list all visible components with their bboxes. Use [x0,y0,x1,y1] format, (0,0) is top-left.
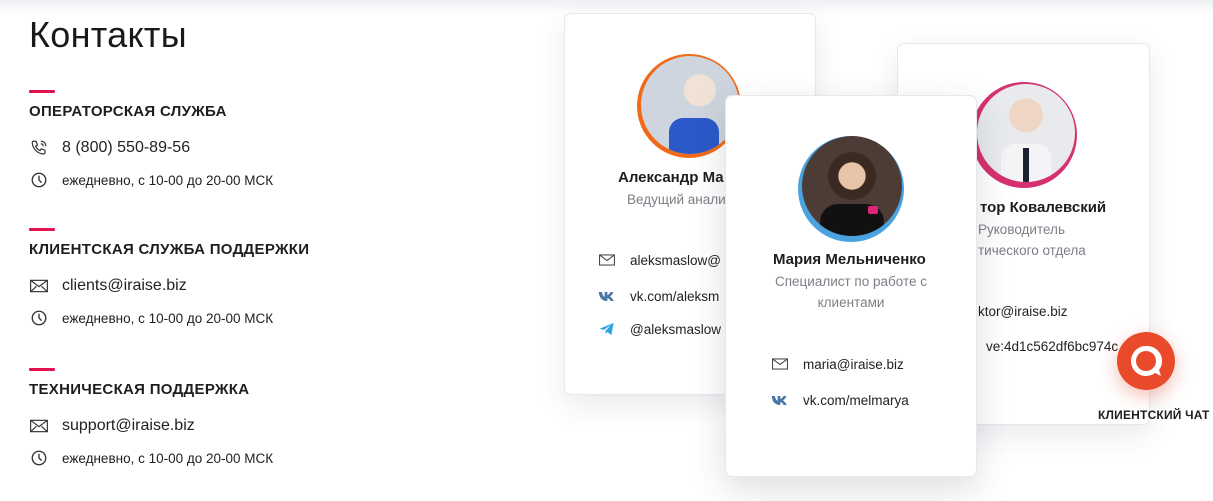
mail-icon [598,252,616,268]
person-name: тор Ковалевский [980,199,1107,216]
vk-icon [598,288,616,304]
email-row[interactable]: clients@iraise.biz [29,276,509,296]
contact-text[interactable]: vk.com/aleksm [630,289,719,304]
chat-button[interactable] [1117,332,1175,390]
contact-email[interactable]: maria@iraise.biz [771,356,904,372]
team-card-maria: Мария Мельниченко Специалист по работе с… [725,95,977,477]
section-accent-bar [29,368,55,371]
avatar [977,84,1075,182]
contact-vk[interactable]: vk.com/melmarya [771,392,909,408]
section-client-support: КЛИЕНТСКАЯ СЛУЖБА ПОДДЕРЖКИ clients@irai… [29,228,509,328]
person-role: Руководитель тического отдела [978,219,1086,261]
schedule-row: ежедневно, с 10-00 до 20-00 МСК [29,170,509,190]
person-role-line: Руководитель [978,222,1065,237]
mail-icon [29,416,49,436]
contact-email[interactable]: ktor@iraise.biz [978,304,1067,319]
mail-icon [29,276,49,296]
section-heading: ОПЕРАТОРСКАЯ СЛУЖБА [29,103,227,120]
clock-icon [29,448,49,468]
schedule-text: ежедневно, с 10-00 до 20-00 МСК [62,310,274,326]
telegram-icon [598,321,616,337]
contact-text[interactable]: maria@iraise.biz [803,357,904,372]
email-link[interactable]: support@iraise.biz [62,417,195,435]
top-shade [0,0,1213,14]
person-role: Ведущий анали [627,192,726,207]
phone-icon [29,138,49,158]
person-name: Александр Ма [618,169,724,186]
mail-icon [771,356,789,372]
person-name: Мария Мельниченко [773,251,926,268]
section-accent-bar [29,90,55,93]
section-operator: ОПЕРАТОРСКАЯ СЛУЖБА 8 (800) 550-89-56 еж… [29,90,509,190]
section-accent-bar [29,228,55,231]
person-role-line: тического отдела [978,243,1086,258]
schedule-row: ежедневно, с 10-00 до 20-00 МСК [29,308,509,328]
chat-label[interactable]: КЛИЕНТСКИЙ ЧАТ [1098,408,1210,422]
phone-row[interactable]: 8 (800) 550-89-56 [29,138,509,158]
contact-text[interactable]: ktor@iraise.biz [978,304,1067,319]
contact-text[interactable]: aleksmaslow@ [630,253,721,268]
contact-text[interactable]: @aleksmaslow [630,322,721,337]
phone-number[interactable]: 8 (800) 550-89-56 [62,139,190,157]
section-heading: ТЕХНИЧЕСКАЯ ПОДДЕРЖКА [29,381,250,398]
email-row[interactable]: support@iraise.biz [29,416,509,436]
schedule-text: ежедневно, с 10-00 до 20-00 МСК [62,172,274,188]
clock-icon [29,308,49,328]
contact-email[interactable]: aleksmaslow@ [598,252,721,268]
contact-telegram[interactable]: @aleksmaslow [598,321,721,337]
avatar [802,136,902,236]
page-title: Контакты [29,14,187,55]
section-tech-support: ТЕХНИЧЕСКАЯ ПОДДЕРЖКА support@iraise.biz… [29,368,509,468]
clock-icon [29,170,49,190]
schedule-row: ежедневно, с 10-00 до 20-00 МСК [29,448,509,468]
contact-vk[interactable]: vk.com/aleksm [598,288,719,304]
vk-icon [771,392,789,408]
email-link[interactable]: clients@iraise.biz [62,277,187,295]
section-heading: КЛИЕНТСКАЯ СЛУЖБА ПОДДЕРЖКИ [29,241,310,258]
chat-bubble-icon [1131,345,1163,376]
contact-text[interactable]: ve:4d1c562df6bc974c [986,339,1118,354]
schedule-text: ежедневно, с 10-00 до 20-00 МСК [62,450,274,466]
contact-text[interactable]: vk.com/melmarya [803,393,909,408]
person-role: Специалист по работе с клиентами [774,274,928,310]
contact-skype[interactable]: ve:4d1c562df6bc974c [986,339,1118,354]
